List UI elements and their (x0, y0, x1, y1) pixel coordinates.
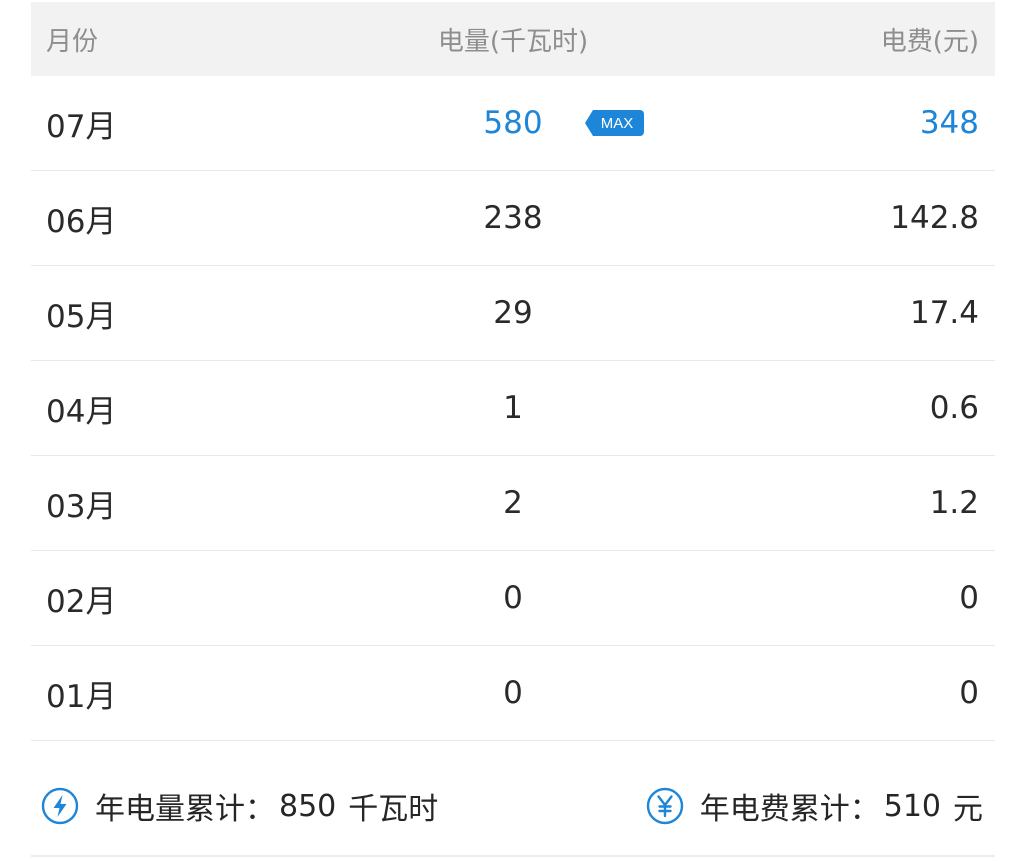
row-month: 07月 (46, 108, 117, 145)
row-usage: 1 (503, 390, 523, 426)
row-fee: 1.2 (929, 485, 979, 521)
table-header: 月份 电量(千瓦时) 电费(元) (31, 2, 995, 76)
header-fee: 电费(元) (880, 26, 979, 57)
lightning-icon (41, 787, 79, 825)
annual-usage-summary: 年电量累计： 850 千瓦时 (41, 786, 439, 827)
max-badge-label: MAX (600, 114, 634, 132)
row-month: 04月 (46, 393, 117, 430)
table-row[interactable]: 02月 0 0 (31, 551, 995, 646)
electricity-bill-page: 月份 电量(千瓦时) 电费(元) 07月 580 MAX 348 06月 238… (0, 0, 1024, 861)
row-fee: 348 (919, 105, 979, 141)
annual-usage-value: 850 (279, 788, 337, 824)
row-fee: 142.8 (890, 200, 979, 236)
row-month: 02月 (46, 583, 117, 620)
row-fee: 0 (959, 580, 979, 616)
table-row[interactable]: 01月 0 0 (31, 646, 995, 741)
annual-summary: 年电量累计： 850 千瓦时 年电费累计： 510 元 (31, 745, 995, 857)
row-usage: 0 (503, 675, 523, 711)
annual-fee-label: 年电费累计： (699, 792, 880, 827)
annual-fee-unit: 元 (953, 792, 983, 827)
row-usage: 2 (503, 485, 523, 521)
row-usage: 0 (503, 580, 523, 616)
row-fee: 0 (959, 675, 979, 711)
row-usage-value: 580 (483, 105, 543, 141)
table-row[interactable]: 07月 580 MAX 348 (31, 76, 995, 171)
monthly-usage-table: 月份 电量(千瓦时) 电费(元) 07月 580 MAX 348 06月 238… (31, 2, 995, 741)
row-usage: 238 (483, 200, 543, 236)
annual-usage-unit: 千瓦时 (348, 792, 439, 827)
yuan-icon (646, 787, 684, 825)
row-usage: 29 (493, 295, 533, 331)
max-badge: MAX (585, 110, 644, 136)
row-fee: 0.6 (929, 390, 979, 426)
row-usage: 580 MAX (331, 105, 695, 141)
header-usage: 电量(千瓦时) (437, 26, 589, 57)
row-fee: 17.4 (909, 295, 979, 331)
table-row[interactable]: 06月 238 142.8 (31, 171, 995, 266)
table-row[interactable]: 03月 2 1.2 (31, 456, 995, 551)
table-row[interactable]: 05月 29 17.4 (31, 266, 995, 361)
header-month: 月份 (46, 26, 99, 57)
row-month: 06月 (46, 203, 117, 240)
annual-usage-label: 年电量累计： (95, 792, 275, 827)
row-month: 01月 (46, 678, 117, 715)
row-month: 03月 (46, 488, 117, 525)
row-month: 05月 (46, 298, 117, 335)
annual-fee-value: 510 (883, 788, 941, 824)
table-row[interactable]: 04月 1 0.6 (31, 361, 995, 456)
annual-fee-summary: 年电费累计： 510 元 (646, 786, 983, 827)
